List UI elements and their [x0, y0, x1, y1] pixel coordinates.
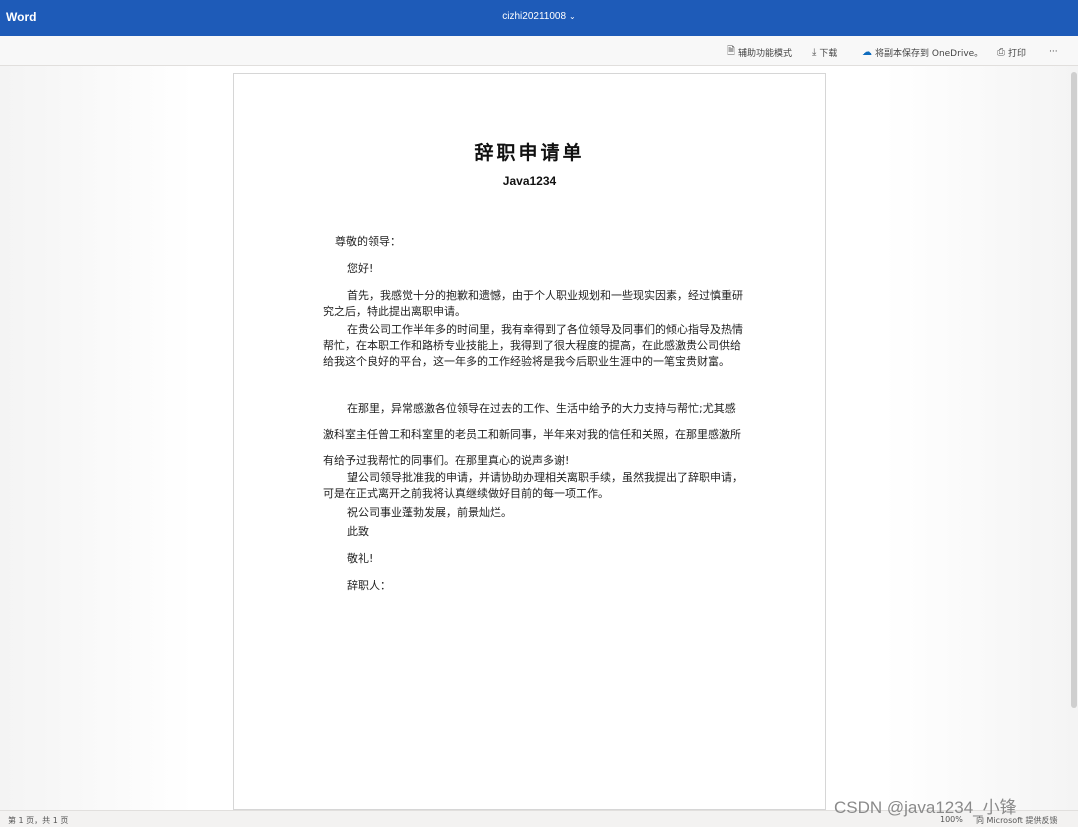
print-button[interactable]: ⎙ 打印	[997, 45, 1026, 59]
greeting: 您好!	[347, 262, 374, 275]
save-to-onedrive-button[interactable]: ☁ 将副本保存到 OneDrive。	[862, 45, 983, 59]
more-options-button[interactable]: ···	[1049, 45, 1058, 59]
document-title[interactable]: cizhi20211008 ⌄	[0, 11, 1078, 22]
printer-icon: ⎙	[997, 46, 1005, 58]
document-title-text: cizhi20211008	[502, 11, 567, 22]
paragraph-3: 在那里，异常感激各位领导在过去的工作、生活中给予的大力支持与帮忙;尤其感激科室主…	[323, 402, 741, 467]
salutation: 尊敬的领导：	[335, 235, 401, 248]
paragraph-1: 首先，我感觉十分的抱歉和遗憾，由于个人职业规划和一些现实因素，经过慎重研究之后，…	[323, 289, 743, 318]
download-icon: ⤓	[812, 46, 817, 58]
command-bar: 🗎 辅助功能模式 ⤓ 下载 ☁ 将副本保存到 OneDrive。 ⎙ 打印 ··…	[0, 36, 1078, 66]
more-icon: ···	[1049, 47, 1058, 57]
paragraph-5: 祝公司事业蓬勃发展，前景灿烂。	[347, 506, 512, 519]
paragraph-4: 望公司领导批准我的申请，并请协助办理相关离职手续，虽然我提出了辞职申请，可是在正…	[323, 471, 743, 500]
paragraph-2: 在贵公司工作半年多的时间里，我有幸得到了各位领导及同事们的倾心指导及热情帮忙，在…	[323, 323, 743, 368]
closing-2: 敬礼!	[347, 552, 374, 565]
chevron-down-icon: ⌄	[569, 12, 576, 21]
watermark: CSDN @java1234_小锋	[834, 798, 1017, 817]
page-count: 第 1 页，共 1 页	[8, 816, 69, 825]
page-subtitle: Java1234	[502, 174, 557, 188]
document-page: 辞职申请单 Java1234 尊敬的领导： 您好! 首先，我感觉十分的抱歉和遗憾…	[233, 73, 826, 810]
title-bar: Word cizhi20211008 ⌄	[0, 0, 1078, 36]
accessibility-mode-button[interactable]: 🗎 辅助功能模式	[727, 45, 792, 59]
document-icon: 🗎	[727, 45, 736, 57]
download-label: 下载	[819, 48, 838, 59]
vertical-scrollbar[interactable]	[1071, 72, 1077, 708]
download-button[interactable]: ⤓ 下载	[812, 45, 837, 59]
signature: 辞职人：	[347, 579, 391, 592]
save-to-onedrive-label: 将副本保存到 OneDrive。	[875, 48, 984, 59]
accessibility-mode-label: 辅助功能模式	[738, 48, 793, 59]
closing-1: 此致	[347, 525, 369, 538]
print-label: 打印	[1008, 48, 1027, 59]
cloud-icon: ☁	[862, 46, 872, 58]
page-title: 辞职申请单	[474, 142, 585, 164]
